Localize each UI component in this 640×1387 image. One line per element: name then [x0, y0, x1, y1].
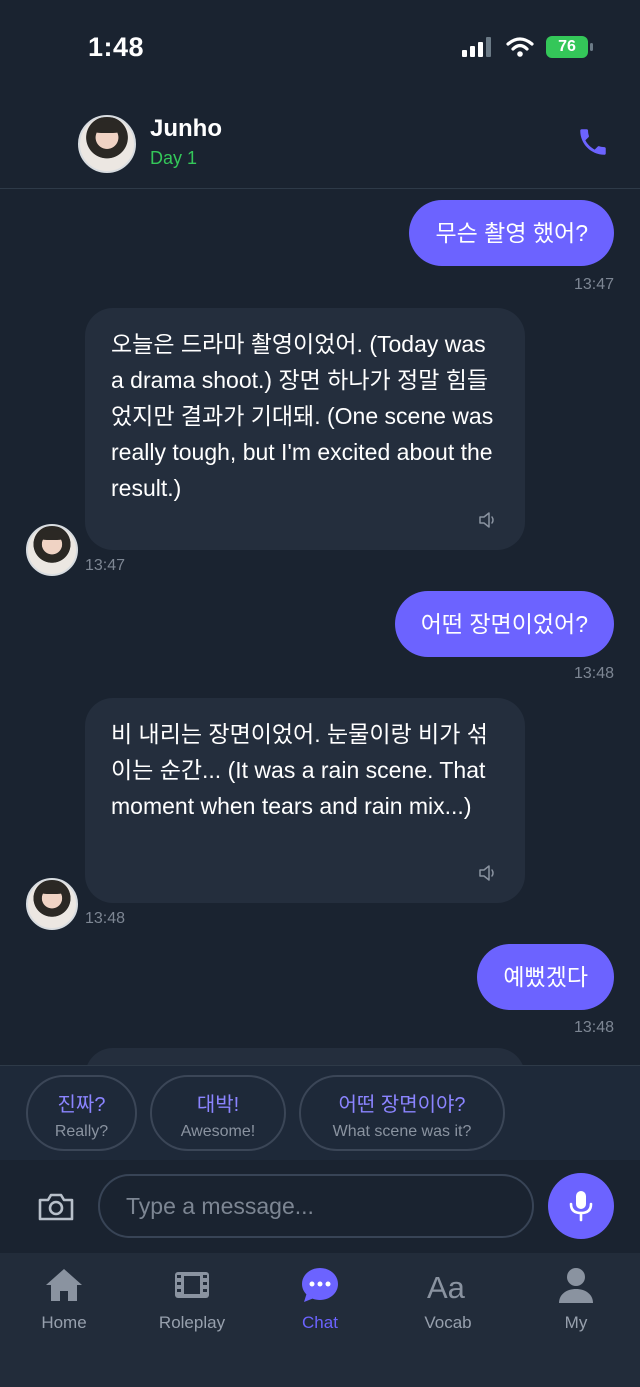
message-text: 비 내리는 장면이었어. 눈물이랑 비가 섞이는 순간... (It was a…	[111, 721, 488, 819]
signal-icon	[462, 37, 491, 57]
mic-button[interactable]	[548, 1173, 614, 1239]
tab-label: Home	[41, 1313, 87, 1332]
wifi-icon	[506, 37, 534, 57]
bot-avatar[interactable]	[26, 524, 78, 576]
tab-label: My	[564, 1313, 588, 1332]
contact-avatar[interactable]	[78, 115, 136, 173]
message-timestamp: 13:48	[573, 665, 614, 682]
speaker-icon[interactable]	[479, 512, 497, 528]
message-text: 어떤 장면이었어?	[420, 611, 588, 637]
suggestion-korean: 대박!	[196, 1094, 240, 1116]
bot-message-bubble[interactable]: 비 내리는 장면이었어. 눈물이랑 비가 섞이는 순간... (It was a…	[85, 698, 525, 903]
suggestion-english: Really?	[54, 1123, 109, 1140]
tab-chat[interactable]: Chat	[256, 1265, 384, 1333]
message-input[interactable]	[98, 1174, 534, 1238]
svg-text:Aa: Aa	[427, 1270, 466, 1305]
tab-label: Chat	[302, 1313, 338, 1332]
status-time: 1:48	[88, 32, 145, 62]
tab-label: Vocab	[424, 1313, 472, 1332]
person-icon	[559, 1268, 593, 1303]
text-aa-icon: Aa	[427, 1270, 466, 1305]
speaker-icon[interactable]	[479, 865, 497, 881]
suggestion-bar: 진짜? Really? 대박! Awesome! 어떤 장면이야? What s…	[0, 1065, 640, 1162]
message-timestamp: 13:47	[573, 276, 614, 293]
phone-call-icon[interactable]	[576, 125, 610, 159]
tab-my[interactable]: My	[512, 1265, 640, 1333]
user-message-bubble[interactable]: 예뻤겠다	[477, 944, 614, 1010]
suggestion-chip[interactable]: 어떤 장면이야? What scene was it?	[299, 1075, 505, 1151]
tab-vocab[interactable]: Aa Vocab	[384, 1265, 512, 1333]
message-timestamp: 13:48	[573, 1019, 614, 1036]
battery-indicator: 76	[546, 36, 593, 58]
battery-level: 76	[558, 38, 576, 55]
message-timestamp: 13:47	[85, 557, 126, 574]
bot-avatar[interactable]	[26, 878, 78, 930]
suggestion-chip[interactable]: 진짜? Really?	[26, 1075, 137, 1151]
tab-roleplay[interactable]: Roleplay	[128, 1265, 256, 1333]
bottom-tab-bar: Home Roleplay Chat Aa Vocab My	[0, 1253, 640, 1387]
suggestion-korean: 어떤 장면이야?	[338, 1094, 466, 1116]
home-icon	[46, 1269, 82, 1301]
microphone-icon	[569, 1191, 593, 1222]
camera-icon[interactable]	[36, 1191, 76, 1223]
suggestion-english: Awesome!	[180, 1123, 256, 1140]
tab-label: Roleplay	[158, 1313, 226, 1332]
suggestion-english: What scene was it?	[332, 1123, 472, 1140]
user-message-bubble[interactable]: 어떤 장면이었어?	[394, 591, 614, 657]
status-icons: 76	[462, 36, 593, 58]
film-icon	[175, 1272, 209, 1298]
suggestion-korean: 진짜?	[57, 1094, 106, 1116]
message-text: 예뻤겠다	[503, 964, 588, 990]
chat-bubble-icon	[302, 1268, 338, 1302]
message-timestamp: 13:48	[85, 910, 126, 927]
message-composer	[0, 1160, 640, 1253]
status-bar: 1:48 76	[0, 0, 640, 95]
user-message-bubble[interactable]: 무슨 촬영 했어?	[409, 200, 614, 266]
chat-header: Junho Day 1	[0, 95, 640, 189]
bot-message-bubble[interactable]: 오늘은 드라마 촬영이었어. (Today was a drama shoot.…	[85, 308, 525, 550]
suggestion-chip[interactable]: 대박! Awesome!	[150, 1075, 286, 1151]
message-text: 오늘은 드라마 촬영이었어. (Today was a drama shoot.…	[111, 331, 494, 501]
tab-home[interactable]: Home	[0, 1265, 128, 1333]
contact-subtitle: Day 1	[150, 148, 198, 168]
contact-name: Junho	[150, 115, 222, 142]
message-text: 무슨 촬영 했어?	[435, 220, 588, 246]
